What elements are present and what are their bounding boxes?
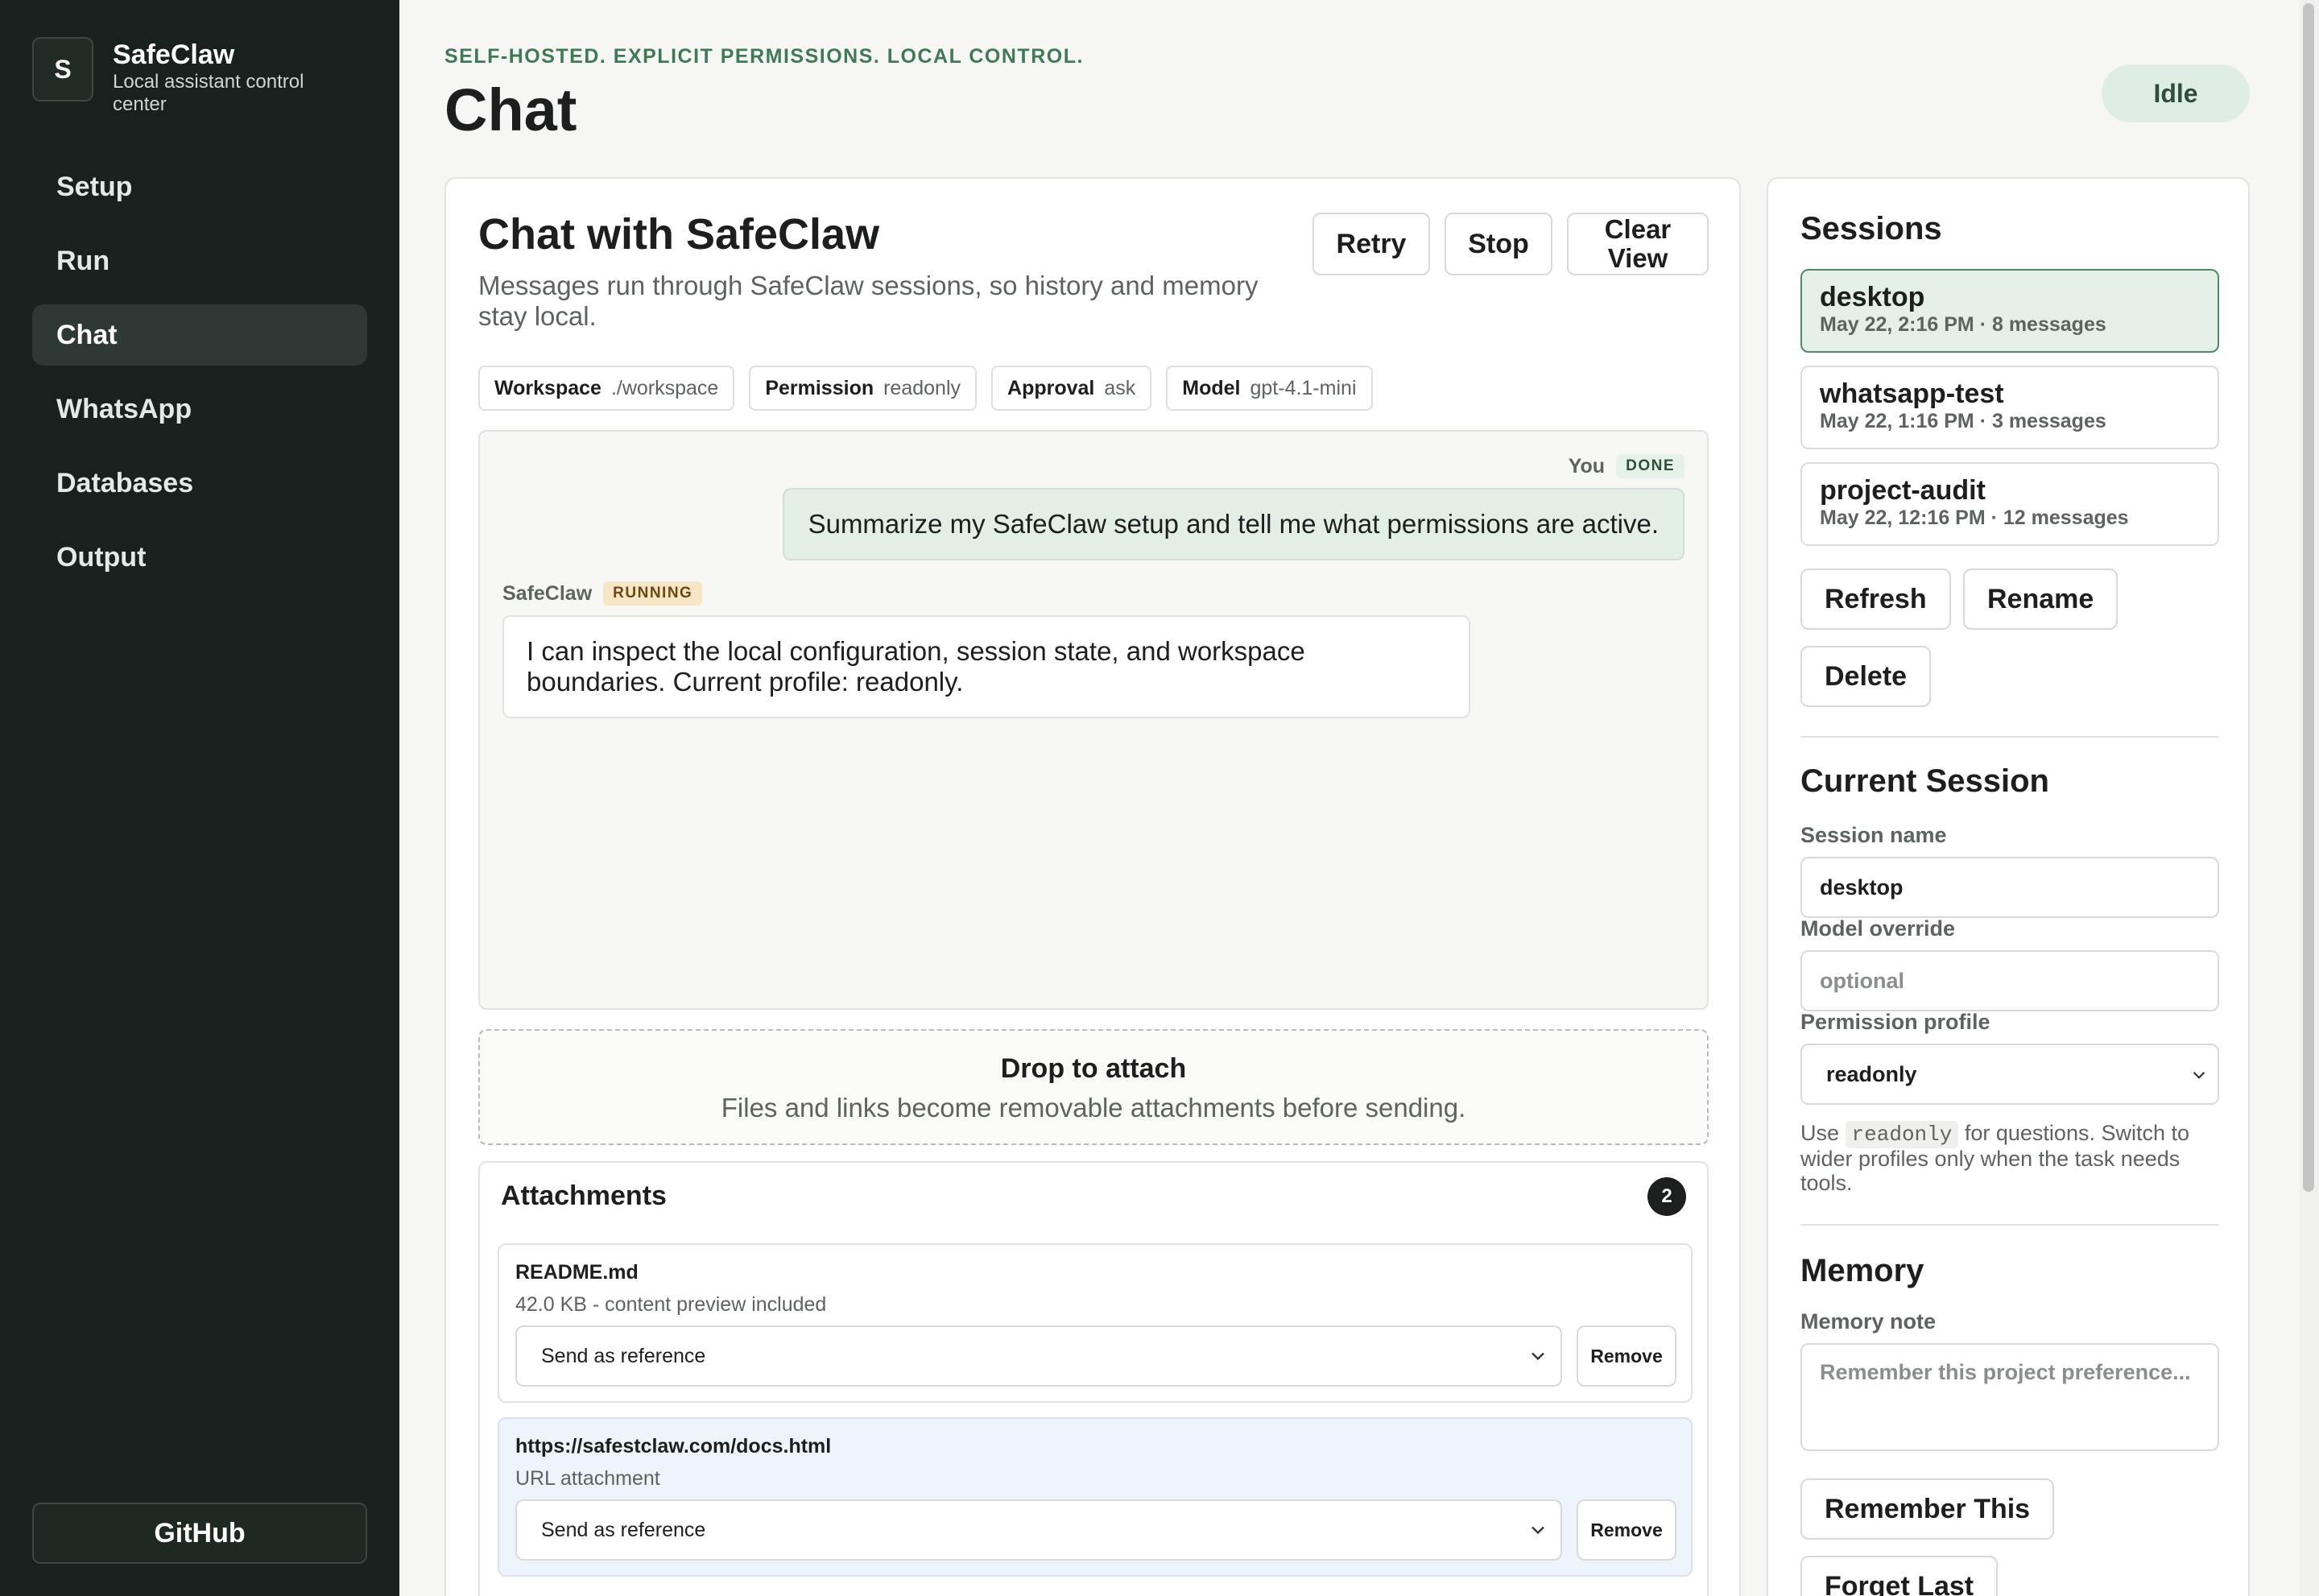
message-status-badge: DONE — [1616, 454, 1684, 478]
attachment-meta: URL attachment — [515, 1467, 660, 1490]
dropzone-title: Drop to attach — [1000, 1053, 1187, 1084]
help-prefix: Use — [1800, 1121, 1840, 1145]
stop-button[interactable]: Stop — [1445, 213, 1552, 275]
message-status-badge: RUNNING — [603, 581, 703, 606]
sessions-panel: Sessions desktop May 22, 2:16 PM · 8 mes… — [1767, 177, 2250, 1596]
brand: S SafeClaw Local assistant control cente… — [32, 37, 338, 116]
chip-value: ask — [1104, 376, 1136, 399]
session-meta: May 22, 1:16 PM · 3 messages — [1820, 410, 2106, 432]
sessions-title: Sessions — [1800, 211, 1942, 246]
attachment-meta: 42.0 KB - content preview included — [515, 1293, 827, 1316]
select-value: Send as reference — [541, 1518, 706, 1541]
model-override-label: Model override — [1800, 916, 1956, 941]
chat-panel: Chat with SafeClaw Messages run through … — [444, 177, 1741, 1596]
chevron-down-icon — [1532, 1352, 1544, 1361]
attachment-mode-select[interactable]: Send as reference — [515, 1499, 1562, 1561]
attachment-mode-select[interactable]: Send as reference — [515, 1325, 1562, 1387]
workspace-chip: Workspace ./workspace — [478, 366, 735, 411]
message-author: SafeClaw — [502, 581, 593, 605]
chat-title: Chat with SafeClaw — [478, 210, 880, 258]
delete-session-button[interactable]: Delete — [1800, 646, 1932, 707]
session-name-input[interactable]: desktop — [1800, 857, 2219, 918]
divider — [1800, 736, 2219, 738]
chip-key: Permission — [765, 376, 874, 399]
dropzone-subtitle: Files and links become removable attachm… — [721, 1093, 1466, 1123]
memory-note-textarea[interactable]: Remember this project preference... — [1800, 1343, 2219, 1451]
brand-tagline: Local assistant control center — [113, 71, 304, 115]
permission-profile-label: Permission profile — [1800, 1010, 1990, 1034]
session-item-project-audit[interactable]: project-audit May 22, 12:16 PM · 12 mess… — [1800, 462, 2219, 546]
chat-transcript[interactable]: You DONE Summarize my SafeClaw setup and… — [478, 430, 1709, 1010]
chip-value: ./workspace — [610, 376, 719, 399]
sidebar-item-chat[interactable]: Chat — [32, 304, 367, 366]
sidebar: S SafeClaw Local assistant control cente… — [0, 0, 399, 1596]
select-value: Send as reference — [541, 1344, 706, 1367]
model-chip: Model gpt-4.1-mini — [1166, 366, 1373, 411]
session-item-whatsapp-test[interactable]: whatsapp-test May 22, 1:16 PM · 3 messag… — [1800, 366, 2219, 449]
sidebar-nav: Setup Run Chat WhatsApp Databases Output — [32, 156, 367, 601]
attachments-title: Attachments — [501, 1180, 667, 1211]
chip-key: Approval — [1007, 376, 1095, 399]
chevron-down-icon — [1532, 1526, 1544, 1535]
status-badge: Idle — [2102, 64, 2250, 122]
refresh-sessions-button[interactable]: Refresh — [1800, 569, 1951, 630]
attachment-name: https://safestclaw.com/docs.html — [515, 1435, 832, 1457]
github-button[interactable]: GitHub — [32, 1503, 367, 1564]
sidebar-item-run[interactable]: Run — [32, 230, 367, 291]
permission-help-text: Use readonly for questions. Switch to wi… — [1800, 1121, 2219, 1195]
remove-attachment-button[interactable]: Remove — [1577, 1325, 1676, 1387]
remove-attachment-button[interactable]: Remove — [1577, 1499, 1676, 1561]
select-value: readonly — [1826, 1061, 1917, 1086]
chip-key: Model — [1182, 376, 1241, 399]
chat-subtitle: Messages run through SafeClaw sessions, … — [478, 271, 1259, 331]
attachment-item: https://safestclaw.com/docs.html URL att… — [498, 1417, 1693, 1577]
session-meta: May 22, 12:16 PM · 12 messages — [1820, 507, 2129, 529]
remember-this-button[interactable]: Remember This — [1800, 1478, 2055, 1540]
brand-logo: S — [32, 37, 93, 101]
attachments-count-badge: 2 — [1647, 1177, 1686, 1216]
message-author: You — [1568, 454, 1606, 478]
user-message-header: You DONE — [1569, 454, 1684, 478]
sidebar-item-setup[interactable]: Setup — [32, 156, 367, 217]
retry-button[interactable]: Retry — [1312, 213, 1430, 275]
sidebar-item-whatsapp[interactable]: WhatsApp — [32, 378, 367, 440]
approval-chip: Approval ask — [991, 366, 1152, 411]
help-code: readonly — [1845, 1121, 1959, 1148]
rename-session-button[interactable]: Rename — [1963, 569, 2119, 630]
clear-view-button[interactable]: Clear View — [1567, 213, 1709, 275]
page-eyebrow: SELF-HOSTED. EXPLICIT PERMISSIONS. LOCAL… — [444, 45, 1084, 68]
memory-title: Memory — [1800, 1253, 1924, 1288]
memory-note-label: Memory note — [1800, 1309, 1937, 1333]
sidebar-item-output[interactable]: Output — [32, 527, 367, 588]
session-meta: May 22, 2:16 PM · 8 messages — [1820, 313, 2106, 336]
forget-last-button[interactable]: Forget Last — [1800, 1556, 1999, 1596]
chevron-down-icon — [2193, 1071, 2205, 1079]
session-name: project-audit — [1820, 475, 1986, 506]
model-override-input[interactable]: optional — [1800, 950, 2219, 1011]
chip-value: gpt-4.1-mini — [1250, 376, 1357, 399]
chip-value: readonly — [883, 376, 961, 399]
attachment-dropzone[interactable]: Drop to attach Files and links become re… — [478, 1029, 1709, 1145]
current-session-title: Current Session — [1800, 763, 2049, 799]
permission-chip: Permission readonly — [749, 366, 978, 411]
session-name: whatsapp-test — [1820, 378, 2004, 409]
attachments-panel: Attachments 2 README.md 42.0 KB - conten… — [478, 1161, 1709, 1596]
assistant-message: I can inspect the local configuration, s… — [502, 615, 1470, 718]
brand-name: SafeClaw — [113, 39, 235, 70]
session-item-desktop[interactable]: desktop May 22, 2:16 PM · 8 messages — [1800, 269, 2219, 353]
attachment-name: README.md — [515, 1261, 639, 1284]
config-chips: Workspace ./workspace Permission readonl… — [478, 366, 1373, 411]
page-title: Chat — [444, 76, 577, 143]
permission-profile-select[interactable]: readonly — [1800, 1044, 2219, 1105]
assistant-message-header: SafeClaw RUNNING — [502, 581, 703, 606]
sidebar-item-databases[interactable]: Databases — [32, 453, 367, 514]
chip-key: Workspace — [494, 376, 601, 399]
scrollbar-thumb[interactable] — [2303, 3, 2314, 1192]
attachment-item: README.md 42.0 KB - content preview incl… — [498, 1243, 1693, 1403]
session-name: desktop — [1820, 282, 1925, 312]
user-message: Summarize my SafeClaw setup and tell me … — [782, 488, 1684, 560]
session-name-label: Session name — [1800, 823, 1947, 847]
divider — [1800, 1224, 2219, 1226]
